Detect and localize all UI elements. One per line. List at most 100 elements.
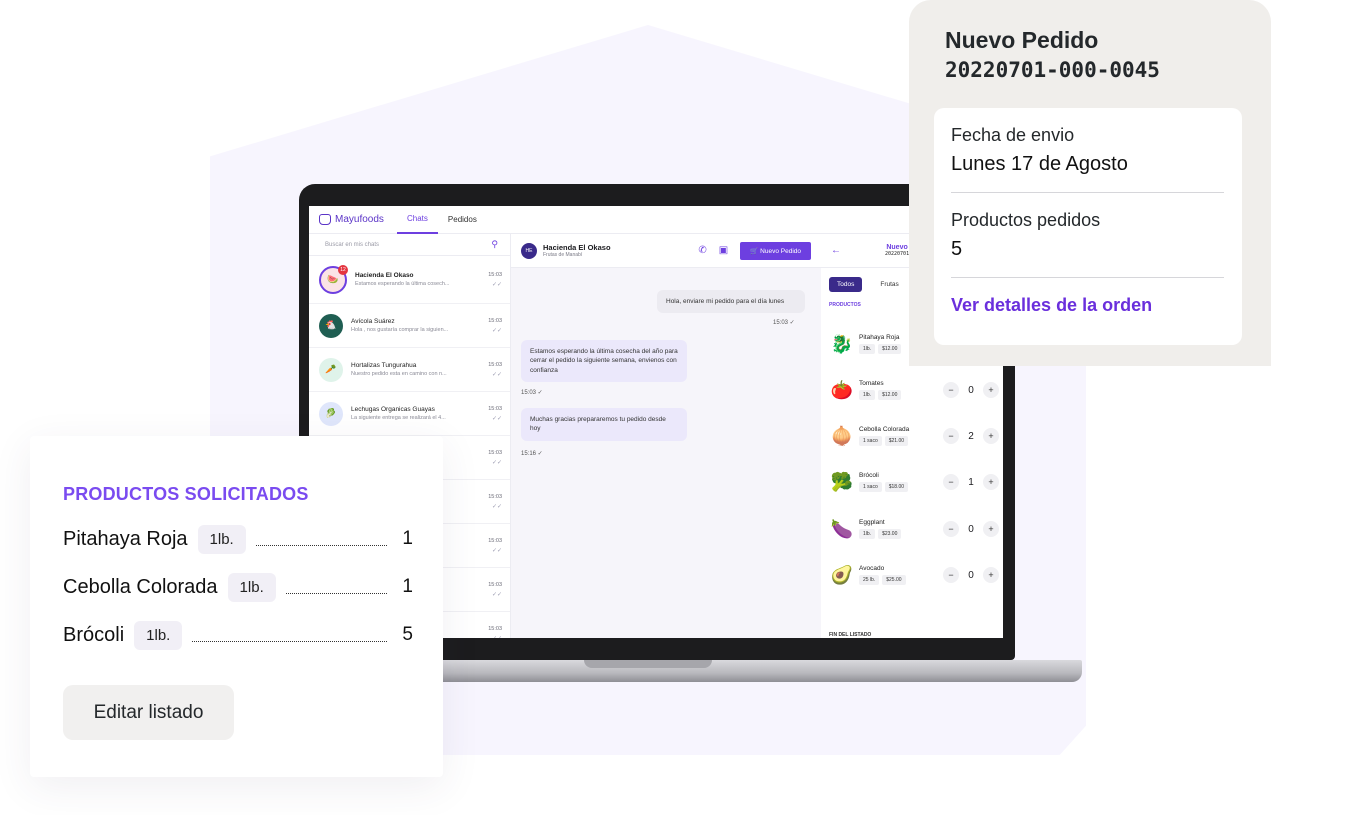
unread-badge: 12 [338, 264, 348, 275]
requested-product-name: Cebolla Colorada [63, 575, 218, 598]
requested-product-unit: 1lb. [227, 572, 276, 602]
minus-button[interactable]: − [943, 567, 959, 583]
double-check-icon: ✓✓ [491, 547, 502, 554]
chat-preview: Hola , nos gustaría comprar la siguien..… [351, 327, 449, 333]
double-check-icon: ✓✓ [491, 591, 502, 598]
product-unit: 1 saco [859, 436, 882, 446]
chat-list-item[interactable]: 🐔 Avícola Suárez Hola , nos gustaría com… [309, 304, 510, 348]
avatar: HE [521, 242, 537, 259]
requested-product-row: Pitahaya Roja 1lb. 1 [63, 522, 413, 556]
ship-date-value: Lunes 17 de Agosto [951, 153, 1128, 175]
product-row: 🥦 Brócoli 1 saco $18.00 − 1 + [829, 464, 999, 500]
product-price: $12.00 [878, 344, 902, 354]
product-image: 🍅 [830, 379, 854, 400]
product-price: $18.00 [884, 482, 909, 492]
product-row: 🍅 Tomates 1lb. $12.00 − 0 + [829, 372, 999, 408]
double-check-icon: ✓✓ [491, 503, 502, 510]
requested-product-name: Brócoli [63, 623, 125, 646]
quantity-value: 0 [968, 384, 974, 396]
chat-time: 15:03 [488, 317, 502, 324]
plus-button[interactable]: + [983, 382, 999, 398]
minus-button[interactable]: − [943, 474, 959, 490]
minus-button[interactable]: − [943, 521, 959, 537]
product-name: Brócoli [859, 472, 879, 479]
product-image: 🍆 [830, 518, 854, 539]
double-check-icon: ✓✓ [491, 415, 502, 422]
order-details-link[interactable]: Ver detalles de la orden [951, 295, 1152, 316]
products-count-label: Productos pedidos [951, 210, 1101, 230]
store-icon[interactable]: ▣ [719, 245, 728, 256]
dotted-leader [255, 544, 387, 546]
order-code: 20220701-000-0045 [945, 58, 1160, 82]
chat-preview: Nuestro pedido esta en camino con n... [351, 371, 447, 377]
conversation-name: Hacienda El Okaso [543, 243, 611, 252]
plus-button[interactable]: + [983, 428, 999, 444]
phone-icon[interactable]: ✆ [698, 245, 706, 256]
chat-time: 15:03 [488, 581, 502, 588]
quantity-value: 0 [968, 569, 974, 581]
requested-product-unit: 1lb. [134, 620, 183, 650]
chat-name: Hacienda El Okaso [355, 272, 414, 279]
product-price: $12.00 [878, 390, 902, 400]
double-check-icon: ✓✓ [482, 635, 502, 639]
requested-product-row: Brócoli 1lb. 5 [63, 618, 413, 652]
requested-product-qty: 1 [402, 576, 413, 597]
quantity-value: 1 [968, 476, 974, 488]
avatar-image: 🍉 [327, 274, 339, 284]
product-name: Cebolla Colorada [859, 426, 910, 433]
filter-todos[interactable]: Todos [829, 277, 863, 292]
requested-product-row: Cebolla Colorada 1lb. 1 [63, 570, 413, 604]
chat-name: Lechugas Organicas Guayas [351, 406, 435, 413]
search-input[interactable]: Buscar en mis chats ⚲ [309, 234, 510, 256]
message-incoming: Muchas gracias prepararemos tu pedido de… [521, 408, 687, 441]
search-placeholder: Buscar en mis chats [325, 241, 380, 248]
cart-icon: 🛒 [750, 247, 759, 255]
minus-button[interactable]: − [943, 428, 959, 444]
avatar: 🥕 [319, 357, 343, 382]
plus-button[interactable]: + [983, 521, 999, 537]
plus-button[interactable]: + [983, 567, 999, 583]
product-unit: 1lb. [859, 344, 876, 354]
order-card: Nuevo Pedido 20220701-000-0045 Fecha de … [909, 0, 1271, 366]
plus-button[interactable]: + [983, 474, 999, 490]
requested-product-qty: 5 [402, 624, 413, 645]
chat-list-item[interactable]: 🥕 Hortalizas Tungurahua Nuestro pedido e… [309, 348, 510, 392]
chat-name: Hortalizas Tungurahua [351, 362, 417, 369]
products-title: Nuevo [886, 244, 908, 251]
avatar: 🥬 [319, 401, 343, 426]
edit-list-button[interactable]: Editar listado [63, 685, 234, 740]
avatar-image: 🐔 [325, 320, 337, 330]
divider [951, 192, 1224, 193]
brand-name: Mayufoods [335, 214, 384, 225]
product-row: 🥑 Avocado 25 lb. $25.00 − 0 + [829, 557, 999, 593]
chat-list-item[interactable]: 🥬 Lechugas Organicas Guayas La siguiente… [309, 392, 510, 436]
list-end-label: FIN DEL LISTADO [829, 632, 872, 638]
product-price: $25.00 [882, 575, 906, 585]
chat-list-item[interactable]: 🍉 12 Hacienda El Okaso Estamos esperando… [309, 256, 510, 304]
app-header: Mayufoods Chats Pedidos [309, 206, 1003, 234]
quantity-stepper: − 2 + [943, 428, 999, 444]
filter-frutas[interactable]: Frutas [872, 277, 906, 292]
chat-time: 15:03 [488, 537, 502, 544]
product-row: 🧅 Cebolla Colorada 1 saco $21.00 − 2 + [829, 418, 999, 454]
conversation-header: HE Hacienda El Okaso Frutas de Manabí ✆ … [511, 234, 821, 268]
requested-product-name: Pitahaya Roja [63, 527, 188, 550]
quantity-stepper: − 0 + [943, 521, 999, 537]
double-check-icon: ✓✓ [491, 371, 502, 378]
product-name: Tomates [859, 380, 884, 387]
tab-pedidos[interactable]: Pedidos [438, 206, 487, 234]
tab-chats[interactable]: Chats [397, 206, 438, 234]
arrow-left-icon[interactable]: ← [831, 245, 841, 256]
message-time: 15:16 ✓ [521, 451, 543, 457]
message-time: 15:03 ✓ [773, 320, 795, 326]
divider [951, 277, 1224, 278]
minus-button[interactable]: − [943, 382, 959, 398]
brand[interactable]: Mayufoods [309, 214, 397, 225]
product-unit: 1lb. [859, 529, 876, 539]
double-check-icon: ✓✓ [491, 327, 502, 334]
chat-time: 15:03 [488, 625, 502, 632]
avatar-image: 🥬 [325, 408, 337, 418]
new-order-button[interactable]: 🛒 Nuevo Pedido [740, 241, 811, 260]
conversation-panel: HE Hacienda El Okaso Frutas de Manabí ✆ … [511, 234, 821, 638]
search-icon[interactable]: ⚲ [491, 239, 498, 250]
